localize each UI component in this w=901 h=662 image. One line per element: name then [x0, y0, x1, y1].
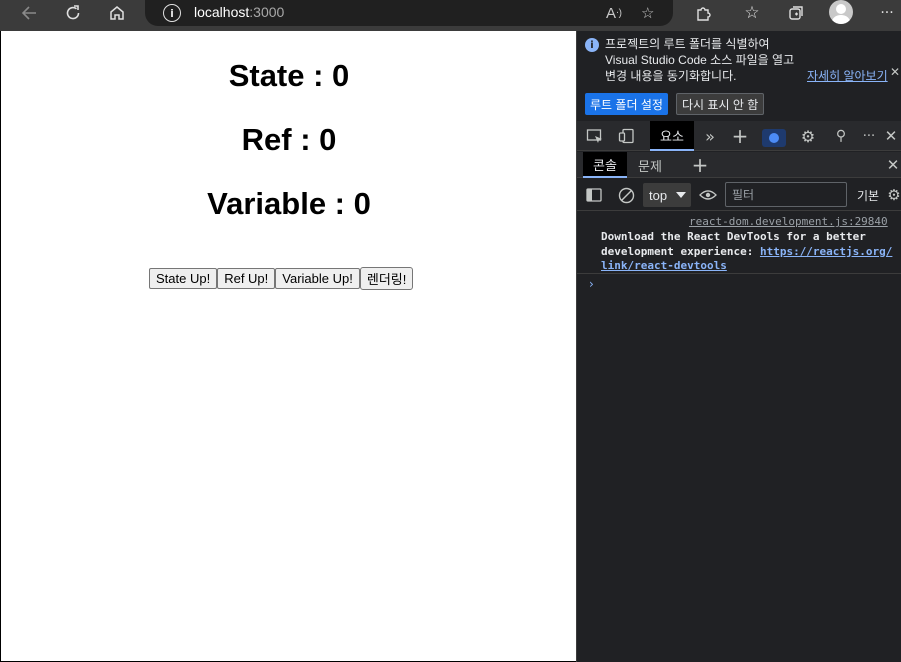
add-tab-icon[interactable]: + [731, 121, 749, 151]
back-icon[interactable] [18, 0, 40, 25]
console-toolbar: top 필터 기본 ⚙ [577, 179, 901, 211]
favorite-add-icon[interactable]: ☆ [641, 2, 654, 24]
drawer-close-icon[interactable]: ✕ [885, 152, 901, 178]
devtools-panel: i 프로젝트의 루트 폴더를 식별하여 Visual Studio Code 소… [576, 31, 901, 662]
console-settings-icon[interactable]: ⚙ [885, 179, 901, 211]
issues-badge-icon[interactable] [762, 129, 786, 147]
home-icon[interactable] [106, 0, 128, 25]
ref-heading: Ref : 0 [241, 122, 337, 157]
favorites-icon[interactable]: ☆ [741, 0, 763, 25]
log-levels-dropdown[interactable]: 기본 [857, 187, 879, 204]
react-devtools-link-cont[interactable]: link/react-devtools [601, 259, 727, 272]
console-prompt-icon[interactable]: › [589, 277, 594, 291]
info-icon: i [585, 38, 599, 52]
profile-avatar[interactable] [829, 0, 853, 24]
more-menu-icon[interactable]: ··· [876, 0, 898, 25]
clear-console-icon[interactable] [617, 179, 635, 211]
devtools-tabstrip: 요소 » + ⚙ ⚲ ··· ✕ [577, 121, 901, 151]
context-select[interactable]: top [643, 183, 691, 207]
site-info-icon[interactable]: i [163, 4, 181, 22]
infobar-close-icon[interactable]: ✕ [890, 65, 900, 79]
inspect-element-icon[interactable] [585, 121, 605, 151]
state-heading: State : 0 [228, 58, 350, 93]
log-source-link[interactable]: react-dom.development.js:29840 [689, 215, 888, 228]
page-viewport: State : 0 Ref : 0 Variable : 0 State Up!… [0, 31, 576, 662]
state-up-button[interactable]: State Up! [149, 268, 218, 289]
learn-more-link[interactable]: 자세히 알아보기 [807, 67, 888, 84]
dont-show-again-button[interactable]: 다시 표시 안 함 [676, 93, 765, 115]
set-root-folder-button[interactable]: 루트 폴더 설정 [585, 93, 668, 115]
infobar-message: 프로젝트의 루트 폴더를 식별하여 Visual Studio Code 소스 … [605, 37, 795, 83]
sidebar-toggle-icon[interactable] [585, 179, 603, 211]
devtools-more-icon[interactable]: ··· [859, 121, 879, 151]
customize-icon[interactable]: ⚲ [831, 121, 851, 151]
live-expression-eye-icon[interactable] [699, 179, 717, 211]
react-devtools-link[interactable]: https://reactjs.org/ [760, 245, 892, 258]
url-text[interactable]: localhost:3000 [194, 4, 284, 20]
devtools-infobar: i 프로젝트의 루트 폴더를 식별하여 Visual Studio Code 소… [577, 31, 901, 119]
tab-console[interactable]: 콘솔 [583, 152, 627, 178]
variable-heading: Variable : 0 [207, 186, 371, 221]
button-row: State Up! Ref Up! Variable Up! 렌더링! [149, 267, 414, 290]
extensions-icon[interactable] [692, 0, 714, 25]
read-aloud-icon[interactable]: A ᐧ) [606, 2, 622, 24]
console-drawer-tabs: 콘솔 문제 + ✕ [577, 152, 901, 178]
variable-up-button[interactable]: Variable Up! [275, 268, 360, 289]
settings-icon[interactable]: ⚙ [798, 121, 818, 151]
render-button[interactable]: 렌더링! [359, 267, 414, 290]
address-bar[interactable]: i localhost:3000 A ᐧ) ☆ [145, 0, 673, 26]
refresh-icon[interactable] [62, 0, 84, 25]
tab-issues[interactable]: 문제 [637, 152, 663, 178]
devtools-close-icon[interactable]: ✕ [883, 121, 899, 151]
browser-toolbar: i localhost:3000 A ᐧ) ☆ ☆ ··· [0, 0, 901, 31]
console-log-entry: react-dom.development.js:29840 Download … [577, 212, 901, 274]
drawer-add-tab-icon[interactable]: + [689, 152, 711, 178]
ref-up-button[interactable]: Ref Up! [217, 268, 276, 289]
log-message: Download the React DevTools for a better… [601, 230, 893, 272]
collections-icon[interactable] [785, 0, 807, 25]
console-filter-input[interactable]: 필터 [725, 182, 847, 207]
more-tabs-icon[interactable]: » [701, 121, 719, 151]
device-emulation-icon[interactable] [617, 121, 637, 151]
tab-elements[interactable]: 요소 [650, 121, 694, 151]
